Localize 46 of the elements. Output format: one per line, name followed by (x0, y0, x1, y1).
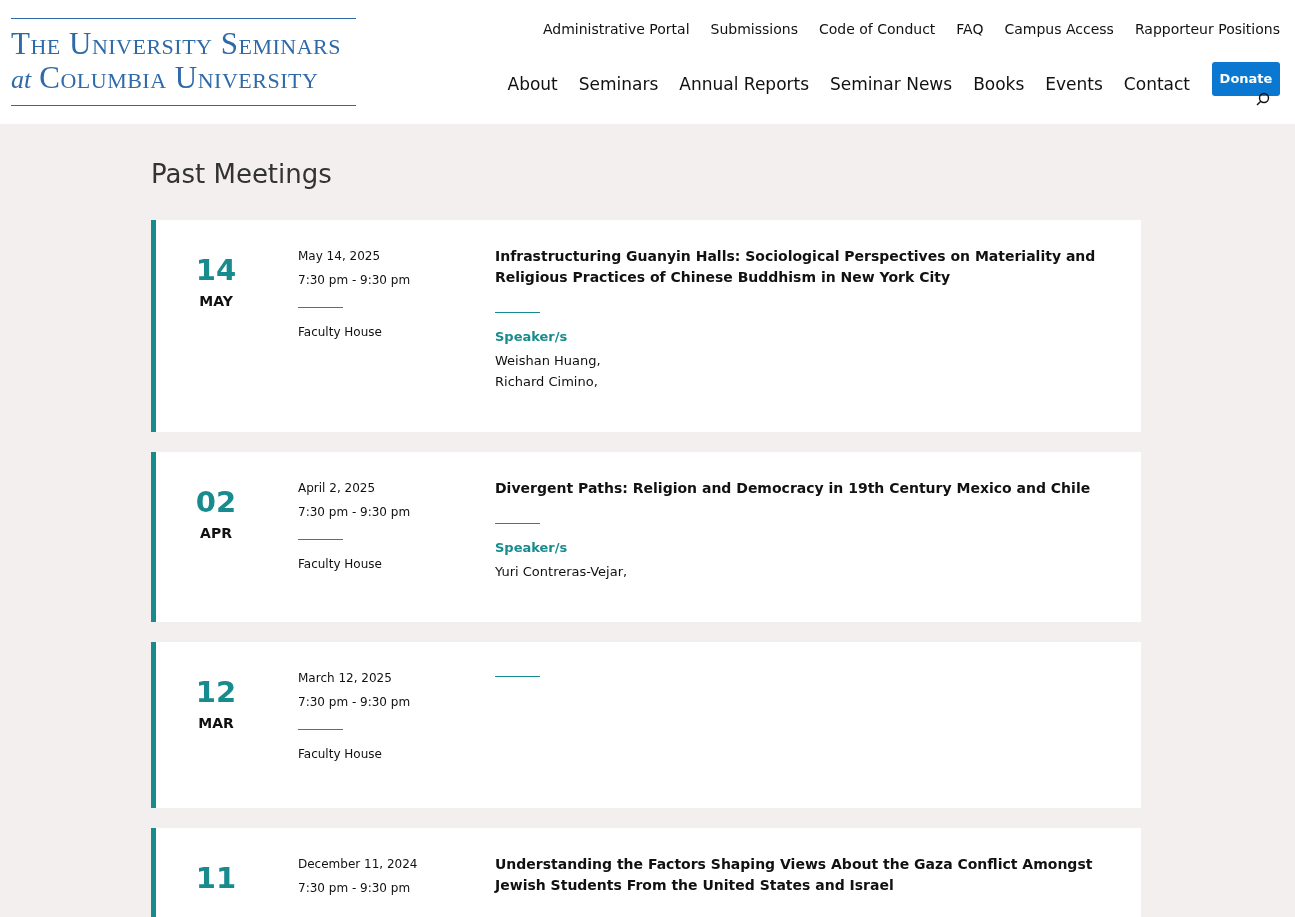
meeting-date: May 14, 2025 (298, 248, 382, 265)
meeting-date: March 12, 2025 (298, 670, 393, 687)
meeting-time: 7:30 pm - 9:30 pm (298, 272, 412, 289)
meeting-location: Faculty House (298, 556, 383, 573)
meeting-day: 02 (195, 484, 237, 520)
meeting-title[interactable]: Infrastructuring Guanyin Halls: Sociological Perspectives on Materiality and Religious Practices of Chinese Buddhism in New York City (495, 246, 1116, 288)
speakers-label: Speaker/s (495, 539, 569, 557)
meeting-month: MAY (199, 292, 233, 311)
meeting-time: 7:30 pm - 9:30 pm (298, 880, 412, 897)
meeting-date: April 2, 2025 (298, 480, 377, 497)
donate-button[interactable]: Donate (1212, 62, 1280, 96)
meeting-month: MAR (198, 714, 234, 733)
speaker-name: Yuri Contreras-Vejar, (495, 563, 629, 581)
meeting-title[interactable]: Divergent Paths: Religion and Democracy in 19th Century Mexico and Chile (495, 478, 1116, 499)
nav-link[interactable]: Books (973, 71, 1025, 98)
meeting-title[interactable]: Understanding the Factors Shaping Views About the Gaza Conflict Amongst Jewish Students From the United States and Israel (495, 854, 1116, 896)
logo-text: at (11, 64, 32, 96)
nav-link[interactable]: Contact (1123, 71, 1190, 98)
top-nav-link[interactable]: Submissions (710, 19, 798, 40)
top-nav-link[interactable]: Campus Access (1004, 19, 1114, 40)
meeting-location: Faculty House (298, 324, 383, 341)
nav-link[interactable]: Seminar News (830, 71, 953, 98)
top-nav-link[interactable]: FAQ (956, 19, 984, 40)
meeting-location: Faculty House (298, 746, 383, 763)
meeting-time: 7:30 pm - 9:30 pm (298, 694, 412, 711)
meeting-day: 14 (195, 252, 237, 288)
meeting-day: 11 (195, 860, 237, 896)
search-icon[interactable] (1256, 92, 1270, 106)
speaker-name: Richard Cimino, (495, 373, 599, 391)
top-nav-link[interactable]: Administrative Portal (542, 19, 690, 40)
nav-link[interactable]: Annual Reports (679, 71, 810, 98)
nav-link[interactable]: About (507, 71, 558, 98)
top-nav-link[interactable]: Code of Conduct (818, 19, 936, 40)
page-title: Past Meetings (151, 158, 333, 190)
nav-link[interactable]: Seminars (578, 71, 659, 98)
meeting-date: December 11, 2024 (298, 856, 419, 873)
logo-text: The University Seminars (11, 27, 342, 61)
speakers-label: Speaker/s (495, 328, 569, 346)
meeting-time: 7:30 pm - 9:30 pm (298, 504, 412, 521)
meeting-day: 12 (195, 674, 237, 710)
meeting-month: APR (200, 524, 232, 543)
top-nav-link[interactable]: Rapporteur Positions (1134, 19, 1280, 40)
nav-link[interactable]: Events (1045, 71, 1103, 98)
logo-text: Columbia University (39, 61, 319, 95)
logo[interactable]: The University Seminars at Columbia University (11, 18, 356, 106)
speaker-name: Weishan Huang, (495, 352, 602, 370)
